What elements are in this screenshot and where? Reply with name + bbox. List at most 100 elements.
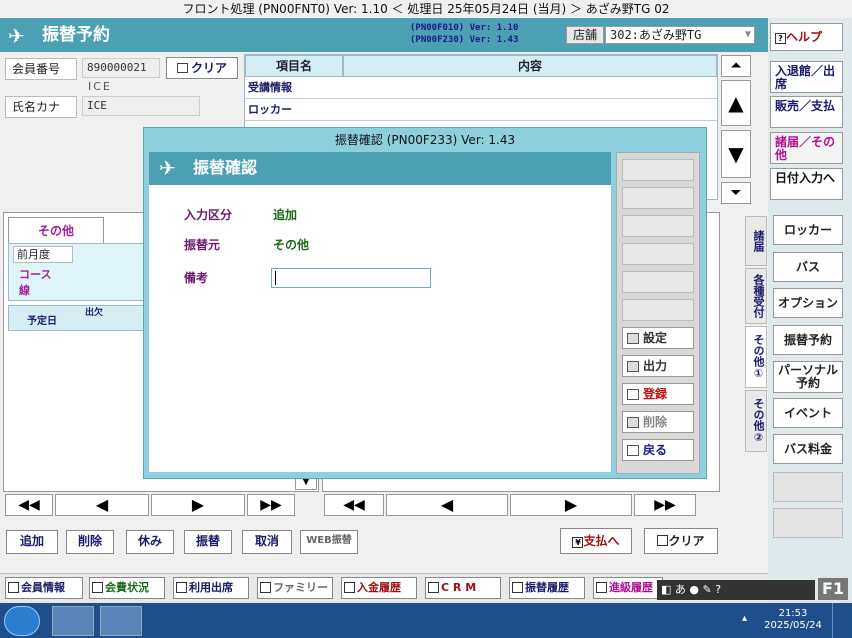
scroll-top-button[interactable]: ⏶ xyxy=(721,55,751,77)
footer-family[interactable]: ファミリー xyxy=(257,577,333,599)
first-page-button[interactable]: ◀◀ xyxy=(5,494,53,516)
setting-button[interactable]: 設定 xyxy=(622,327,694,349)
grid-row[interactable]: 受講情報 xyxy=(245,77,717,99)
rest-button[interactable]: 休み xyxy=(126,530,174,554)
vtab-notice[interactable]: 諸届 xyxy=(745,216,767,266)
app-header: ✈ 振替予約 (PN00F010) Ver: 1.10 (PN00F230) V… xyxy=(0,18,768,52)
transfer-confirm-dialog: 振替確認 (PN00F233) Ver: 1.43 ✈ 振替確認 入力区分 追加… xyxy=(143,127,707,479)
empty-button xyxy=(622,271,694,293)
scroll-bottom-button[interactable]: ⏷ xyxy=(721,182,751,204)
chevron-down-icon: ▼ xyxy=(744,29,751,40)
store-select[interactable]: 302:あざみ野TG ▼ xyxy=(605,26,755,44)
input-type-value: 追加 xyxy=(273,208,298,222)
back-button[interactable]: 戻る xyxy=(622,439,694,461)
menu-notice-other[interactable]: 諸届／その他 xyxy=(770,132,843,164)
tray-clock[interactable]: 21:53 2025/05/24 xyxy=(760,608,826,632)
right-next-page-button[interactable]: ▶ xyxy=(510,494,632,516)
show-desktop-button[interactable] xyxy=(832,603,852,638)
window-icon xyxy=(428,582,439,593)
window-icon xyxy=(92,582,103,593)
pegasus-logo-icon: ✈ xyxy=(8,24,25,48)
vtab-other2[interactable]: その他② xyxy=(745,390,767,452)
register-button[interactable]: 登録 xyxy=(622,383,694,405)
window-icon xyxy=(176,582,187,593)
footer-crm[interactable]: C R M xyxy=(425,577,501,599)
tab-other[interactable]: その他 xyxy=(8,217,104,243)
footer-member-info[interactable]: 会員情報 xyxy=(5,577,83,599)
name-kana-label: 氏名カナ xyxy=(5,96,77,118)
member-no-label: 会員番号 xyxy=(5,58,77,80)
tray-chevron-icon[interactable]: ▴ xyxy=(742,613,747,624)
web-transfer-button[interactable]: WEB振替 xyxy=(300,530,358,554)
taskbar-app-front[interactable] xyxy=(100,606,142,636)
dialog-body: 入力区分 追加 振替元 その他 備考 xyxy=(149,185,611,472)
col-item-name: 項目名 xyxy=(245,55,343,77)
empty-button xyxy=(622,159,694,181)
cancel-button[interactable]: 取消 xyxy=(242,530,292,554)
yen-icon: ¥ xyxy=(572,537,584,548)
bus-button[interactable]: バス xyxy=(773,252,843,282)
locker-button[interactable]: ロッカー xyxy=(773,215,843,245)
scroll-up-button[interactable]: ▲ xyxy=(721,80,751,126)
personal-reserve-button[interactable]: パーソナル予約 xyxy=(773,361,843,393)
menu-entry-attendance[interactable]: 入退館／出席 xyxy=(770,61,843,93)
scroll-down-button[interactable]: ▼ xyxy=(721,130,751,178)
vtab-other1[interactable]: その他① xyxy=(745,326,767,388)
clear-button[interactable]: クリア xyxy=(644,528,718,554)
note-input[interactable] xyxy=(271,268,431,288)
taskbar-app-explorer[interactable] xyxy=(52,606,94,636)
text-cursor xyxy=(275,271,276,285)
f1-key[interactable]: F1 xyxy=(818,578,848,600)
member-clear-button[interactable]: クリア xyxy=(166,57,238,79)
menu-date-input[interactable]: 日付入力へ xyxy=(770,168,843,200)
note-label: 備考 xyxy=(184,271,209,285)
start-button[interactable] xyxy=(4,606,40,636)
right-last-page-button[interactable]: ▶▶ xyxy=(634,494,696,516)
event-button[interactable]: イベント xyxy=(773,398,843,428)
empty-button xyxy=(773,472,843,502)
right-prev-page-button[interactable]: ◀ xyxy=(386,494,508,516)
help-icon: ? xyxy=(775,33,786,44)
last-page-button[interactable]: ▶▶ xyxy=(247,494,295,516)
right-first-page-button[interactable]: ◀◀ xyxy=(324,494,384,516)
ime-mode-icon: ◧ あ ● ✎ ? xyxy=(661,583,722,596)
ime-toolbar[interactable]: ◧ あ ● ✎ ? xyxy=(657,580,815,600)
delete-button[interactable]: 削除 xyxy=(66,530,114,554)
option-button[interactable]: オプション xyxy=(773,288,843,318)
taskbar: ▴ 21:53 2025/05/24 xyxy=(0,603,852,638)
grid-row[interactable]: ロッカー xyxy=(245,99,717,121)
transfer-reserve-button[interactable]: 振替予約 xyxy=(773,325,843,355)
member-no-input[interactable]: 890000021 xyxy=(82,58,160,78)
prev-page-button[interactable]: ◀ xyxy=(55,494,149,516)
menu-sales-payment[interactable]: 販売／支払 xyxy=(770,96,843,128)
transfer-button[interactable]: 振替 xyxy=(184,530,232,554)
page-title: 振替予約 xyxy=(42,25,110,45)
help-button[interactable]: ? ヘルプ xyxy=(770,23,843,51)
footer-payment-history[interactable]: 入金履歴 xyxy=(341,577,417,599)
output-button[interactable]: 出力 xyxy=(622,355,694,377)
next-page-button[interactable]: ▶ xyxy=(151,494,245,516)
col-date: 予定日 xyxy=(27,316,57,327)
dialog-delete-button[interactable]: 削除 xyxy=(622,411,694,433)
bus-fee-button[interactable]: バス料金 xyxy=(773,434,843,464)
footer-attendance[interactable]: 利用出席 xyxy=(173,577,249,599)
clear-icon xyxy=(176,63,188,73)
dialog-header: ✈ 振替確認 xyxy=(149,152,611,185)
store-label: 店舗 xyxy=(566,26,604,44)
clear-icon xyxy=(657,535,669,546)
vtab-various[interactable]: 各種受付 xyxy=(745,268,767,324)
footer-transfer-history[interactable]: 振替履歴 xyxy=(509,577,585,599)
version-info: (PN00F010) Ver: 1.10 (PN00F230) Ver: 1.4… xyxy=(410,23,519,45)
prev-month-label: 前月度 xyxy=(13,246,73,263)
to-pay-button[interactable]: ¥ 支払へ xyxy=(560,528,632,554)
empty-button xyxy=(622,243,694,265)
footer-fee-status[interactable]: 会費状況 xyxy=(89,577,165,599)
footer-promotion-history[interactable]: 進級履歴 xyxy=(593,577,663,599)
window-icon xyxy=(512,582,523,593)
input-type-label: 入力区分 xyxy=(184,208,233,222)
course-label: コース xyxy=(19,268,52,281)
name-kana-input[interactable]: ICE xyxy=(82,96,200,116)
window-icon xyxy=(596,582,607,593)
add-button[interactable]: 追加 xyxy=(6,530,58,554)
pegasus-logo-icon: ✈ xyxy=(159,156,176,180)
